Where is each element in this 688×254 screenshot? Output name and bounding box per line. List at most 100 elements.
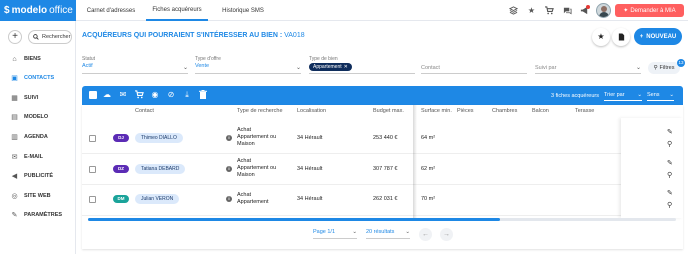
budget-cell: 253 440 € — [373, 135, 398, 141]
sidebar-item-label: SUIVI — [24, 95, 39, 101]
sort-order-select[interactable]: Sens ⌄ — [647, 92, 674, 101]
horizontal-scrollbar[interactable] — [88, 218, 676, 221]
plus-icon: + — [12, 31, 18, 42]
search-type-line: Achat — [237, 158, 252, 164]
select-all-checkbox[interactable] — [89, 91, 97, 99]
type-offre-label: Type d'offre — [195, 56, 221, 62]
column-header-chambres[interactable]: Chambres — [492, 108, 517, 114]
stack-icon[interactable] — [508, 6, 519, 15]
chevron-down-icon: ⌄ — [405, 229, 410, 235]
cart-icon[interactable] — [134, 90, 144, 100]
row-checkbox[interactable] — [89, 196, 96, 203]
sidebar-item-biens[interactable]: ⌂ BIENS — [0, 52, 76, 66]
column-header-balcon[interactable]: Balcon — [532, 108, 549, 114]
row-checkbox[interactable] — [89, 166, 96, 173]
close-icon[interactable]: ✕ — [344, 64, 348, 70]
sidebar-item-publicite[interactable]: ◀ PUBLICITÉ — [0, 169, 76, 183]
edit-pencil-icon[interactable]: ✎ — [667, 159, 673, 167]
star-icon[interactable]: ★ — [527, 6, 536, 15]
tab-historique-sms[interactable]: Historique SMS — [212, 0, 274, 21]
block-icon[interactable]: ⊘ — [166, 90, 176, 100]
search-type: Achat Appartement — [237, 192, 269, 206]
trash-icon[interactable] — [198, 90, 208, 100]
favorite-star-button[interactable]: ★ — [592, 28, 610, 46]
column-header-pieces[interactable]: Pièces — [457, 108, 474, 114]
brand-logo[interactable]: $ modelo office — [0, 0, 76, 21]
info-icon[interactable]: i — [226, 196, 232, 202]
surface-cell: 70 m² — [421, 196, 436, 202]
contact-initials-badge: DZ — [113, 165, 129, 173]
type-bien-select[interactable]: Type de bien Appartement ✕ — [309, 56, 415, 74]
statut-select[interactable]: Statut Actif ⌄ — [82, 56, 188, 74]
new-button[interactable]: + NOUVEAU — [634, 28, 682, 45]
contact-placeholder: Contact — [421, 65, 440, 71]
cloud-upload-icon[interactable]: ☁ — [102, 90, 112, 100]
search-icon[interactable]: ⚲ — [667, 171, 672, 179]
prev-page-button[interactable]: ← — [419, 228, 432, 241]
sidebar-item-contacts[interactable]: ▣ CONTACTS — [0, 71, 76, 85]
document-icon — [618, 33, 624, 41]
type-bien-chip[interactable]: Appartement ✕ — [309, 63, 352, 71]
add-button[interactable]: + — [8, 30, 22, 44]
sidebar-item-suivi[interactable]: ▦ SUIVI — [0, 91, 76, 105]
sidebar-item-site-web[interactable]: ◎ SITE WEB — [0, 189, 76, 203]
cart-icon[interactable] — [545, 6, 554, 15]
suivi-par-placeholder: Suivi par — [535, 65, 557, 71]
column-header-contact[interactable]: Contact — [135, 108, 154, 114]
column-header-type-recherche[interactable]: Type de recherche — [237, 108, 283, 114]
contact-filter-input[interactable]: Contact — [421, 56, 527, 74]
column-header-budget[interactable]: Budget max. — [373, 108, 404, 114]
results-count: 3 fiches acquéreurs — [551, 93, 599, 99]
tab-carnet-adresses[interactable]: Carnet d'adresses — [80, 0, 142, 21]
sort-by-label: Trier par — [604, 92, 625, 98]
type-offre-select[interactable]: Type d'offre Vente ⌄ — [195, 56, 301, 74]
chat-icon[interactable] — [563, 6, 572, 15]
scrollbar-thumb[interactable] — [88, 218, 500, 221]
contact-name-chip[interactable]: Julian VERON — [135, 194, 180, 204]
filters-button-label: Filtres — [659, 65, 675, 71]
info-icon[interactable]: i — [226, 166, 232, 172]
search-icon[interactable]: ⚲ — [667, 201, 672, 209]
document-button[interactable] — [612, 28, 630, 46]
plus-icon: + — [639, 33, 644, 40]
tab-fiches-acquereurs[interactable]: Fiches acquéreurs — [146, 0, 208, 21]
sidebar-item-agenda[interactable]: ▥ AGENDA — [0, 130, 76, 144]
search-icon[interactable]: ⚲ — [667, 140, 672, 148]
search-type-line: Appartement ou — [237, 134, 277, 140]
tab-label: Fiches acquéreurs — [152, 6, 202, 13]
info-icon[interactable]: i — [226, 135, 232, 141]
ask-mia-button[interactable]: ✦ Demander à MIA — [615, 4, 684, 17]
search-button[interactable]: Rechercher — [28, 30, 72, 44]
user-avatar[interactable] — [596, 3, 611, 18]
chevron-down-icon: ⌄ — [635, 65, 641, 71]
column-header-surface[interactable]: Surface min. — [421, 108, 452, 114]
document-icon: ▤ — [11, 114, 18, 121]
sort-by-select[interactable]: Trier par ⌄ — [604, 92, 642, 101]
megaphone-icon: ◀ — [11, 173, 18, 180]
column-header-terasse[interactable]: Terasse — [575, 108, 594, 114]
star-icon: ★ — [597, 32, 605, 41]
page-select[interactable]: Page 1/1 ⌄ — [313, 229, 357, 239]
chevron-down-icon: ⌄ — [352, 229, 357, 235]
sidebar-item-email[interactable]: ✉ E-MAIL — [0, 150, 76, 164]
contact-name-chip[interactable]: Thimeo DIALLO — [135, 133, 183, 143]
edit-pencil-icon[interactable]: ✎ — [667, 128, 673, 136]
row-checkbox[interactable] — [89, 135, 96, 142]
search-type: Achat Appartement ou Maison — [237, 158, 276, 179]
per-page-select[interactable]: 20 résultats ⌄ — [366, 229, 410, 239]
type-bien-label: Type de bien — [309, 56, 338, 62]
arrow-left-icon: ← — [422, 231, 429, 238]
sidebar-item-modelo[interactable]: ▤ MODELO — [0, 110, 76, 124]
eye-icon[interactable]: ◉ — [150, 90, 160, 100]
globe-icon: ◎ — [11, 193, 18, 200]
filters-button[interactable]: ⚲ Filtres — [648, 62, 680, 74]
suivi-par-select[interactable]: Suivi par ⌄ — [535, 56, 641, 74]
edit-pencil-icon[interactable]: ✎ — [667, 189, 673, 197]
sidebar-item-parametres[interactable]: ✎ PARAMÈTRES — [0, 208, 76, 222]
next-page-button[interactable]: → — [440, 228, 453, 241]
mail-icon[interactable]: ✉ — [118, 90, 128, 100]
contact-name-chip[interactable]: Tatiana DEBARD — [135, 164, 186, 174]
per-page-label: 20 résultats — [366, 229, 395, 235]
download-icon[interactable]: ⤓ — [182, 90, 192, 100]
column-header-localisation[interactable]: Localisation — [297, 108, 326, 114]
